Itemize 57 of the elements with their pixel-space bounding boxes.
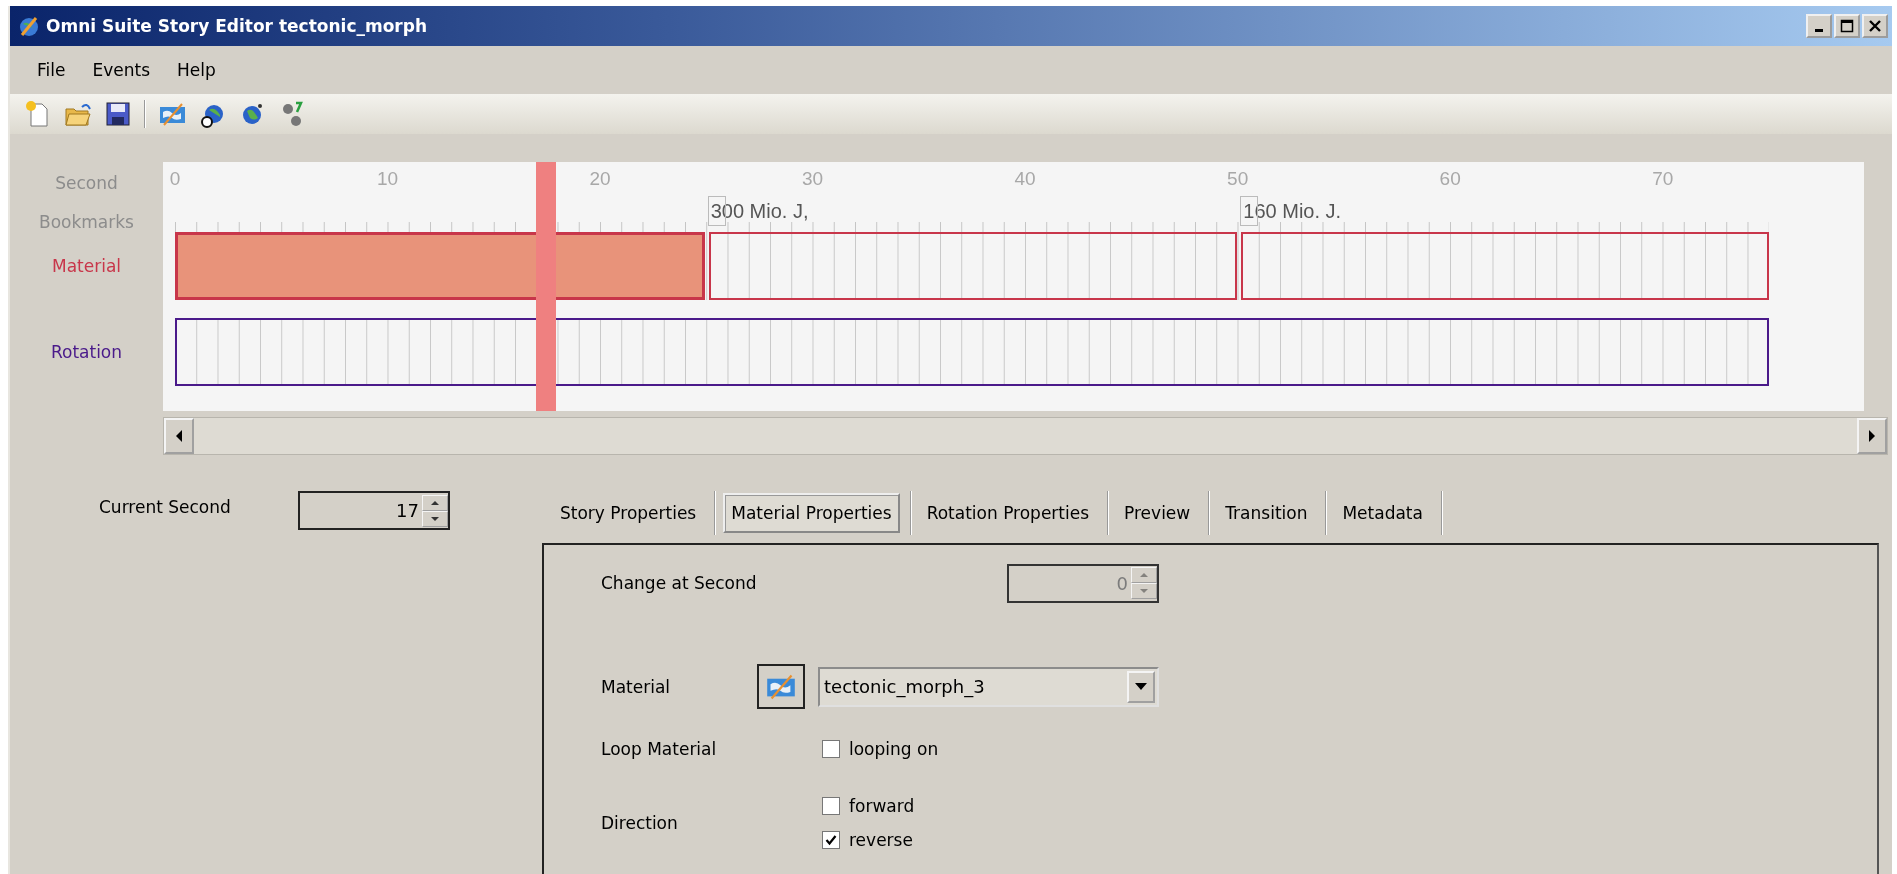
- close-button[interactable]: [1862, 14, 1888, 38]
- number-spinner[interactable]: 17: [298, 491, 450, 530]
- row-label: Bookmarks: [38, 211, 135, 232]
- checkbox[interactable]: [822, 797, 840, 815]
- minimize-button[interactable]: [1806, 14, 1832, 38]
- playhead-marker[interactable]: [536, 162, 557, 411]
- spin-up-button[interactable]: [422, 494, 448, 511]
- track-label: Material: [50, 255, 123, 278]
- minimize-icon: [1815, 28, 1823, 32]
- window-title: Omni Suite Story Editor tectonic_morph: [46, 16, 428, 36]
- field-label: Current Second: [99, 496, 232, 517]
- tick-label: 70: [1652, 168, 1674, 190]
- checkbox[interactable]: [822, 740, 840, 758]
- track-label: Rotation: [49, 341, 124, 364]
- tab[interactable]: Story Properties: [552, 493, 705, 533]
- tick-label: 10: [376, 168, 399, 190]
- material-dropdown[interactable]: tectonic_morph_3: [818, 666, 1159, 707]
- number-spinner: 0: [1007, 563, 1159, 603]
- bookmark-label[interactable]: 300 Mio. J,: [707, 196, 811, 226]
- tick-label: 40: [1014, 168, 1036, 190]
- horizontal-scrollbar[interactable]: [163, 417, 1888, 455]
- maximize-button[interactable]: [1834, 14, 1860, 38]
- checkbox-label: looping on: [849, 739, 939, 759]
- left-arrow-icon: [175, 430, 183, 442]
- tick-label: 0: [169, 168, 181, 190]
- timeline-segment[interactable]: [1241, 232, 1769, 300]
- menu-item[interactable]: Events: [79, 58, 164, 82]
- row-label: Second: [54, 172, 119, 195]
- scroll-left-button[interactable]: [164, 418, 194, 454]
- field-label: Direction: [601, 813, 679, 833]
- close-icon: [1868, 19, 1882, 33]
- tick-label: 20: [589, 168, 611, 190]
- dropdown-button[interactable]: [1127, 670, 1155, 703]
- scroll-right-button[interactable]: [1857, 418, 1887, 454]
- timeline-segment[interactable]: [709, 232, 1237, 300]
- right-arrow-icon: [1868, 430, 1876, 442]
- checkbox-label: reverse: [849, 830, 913, 850]
- tab[interactable]: Rotation Properties: [918, 493, 1098, 533]
- tick-label: 60: [1439, 168, 1461, 190]
- checkbox-label: forward: [849, 796, 915, 816]
- tab[interactable]: Material Properties: [723, 493, 900, 533]
- tick-label: 50: [1227, 168, 1249, 190]
- tab[interactable]: Metadata: [1334, 493, 1431, 533]
- tab[interactable]: Transition: [1217, 493, 1316, 533]
- tick-label: 30: [802, 168, 824, 190]
- field-label: Change at Second: [601, 573, 757, 593]
- checkbox[interactable]: [822, 831, 840, 849]
- maximize-icon: [1840, 19, 1854, 33]
- menu-item[interactable]: Help: [164, 58, 230, 82]
- menu-item[interactable]: File: [24, 58, 80, 82]
- tab[interactable]: Preview: [1116, 493, 1199, 533]
- save-icon[interactable]: [104, 100, 132, 128]
- field-label: Loop Material: [601, 739, 718, 759]
- material-picker-button[interactable]: [757, 664, 805, 709]
- timeline-segment[interactable]: [175, 318, 1769, 386]
- field-label: Material: [601, 676, 672, 697]
- app-globe-icon: [18, 15, 40, 37]
